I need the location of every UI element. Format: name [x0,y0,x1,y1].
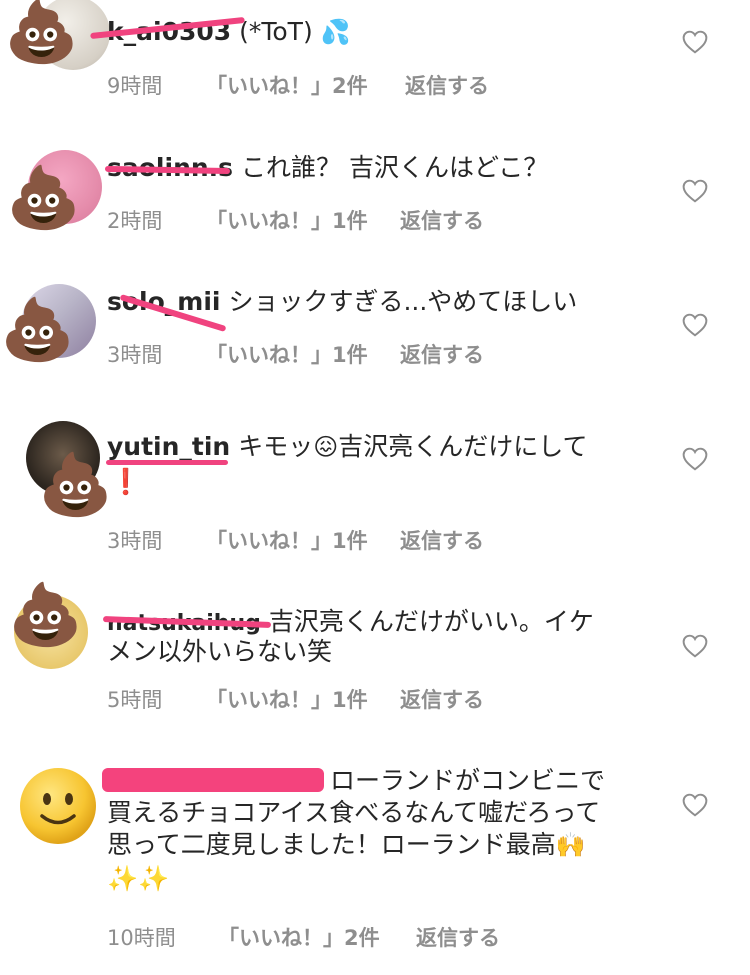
heart-outline-icon[interactable] [682,313,708,337]
comment-likes-count[interactable]: 「いいね！」1件 [206,684,368,714]
reply-button[interactable]: 返信する [400,684,484,714]
comment-time: 3時間 [107,343,163,367]
comment-text-line2: 買えるチョコアイス食べるなんて嘘だろって [107,798,601,827]
comment-time: 10時間 [107,926,176,950]
heart-outline-icon[interactable] [682,447,708,471]
comment-time: 9時間 [107,74,163,98]
poo-emoji-sticker: 💩 [6,163,81,233]
username-underline [106,460,228,465]
heart-outline-icon[interactable] [682,179,708,203]
reply-button[interactable]: 返信する [400,205,484,235]
comment-username[interactable]: yutin_tin [107,432,230,461]
comment-time: 2時間 [107,209,163,233]
smiling-face-avatar-icon[interactable] [18,766,98,846]
reply-button[interactable]: 返信する [416,922,500,952]
poo-emoji-sticker: 💩 [4,0,79,67]
comment-body: (*ToT) [239,17,313,46]
reply-button[interactable]: 返信する [400,339,484,369]
comment-likes-count[interactable]: 「いいね！」1件 [206,525,368,555]
comment-body: 吉沢亮くんだけがいい。イケ [268,607,594,636]
comment-body: 思って二度見しました！ローランド最高 [107,830,556,859]
comment-likes-count[interactable]: 「いいね！」2件 [206,70,368,100]
heart-outline-icon[interactable] [682,793,708,817]
heart-outline-icon[interactable] [682,30,708,54]
comment-body-continued: 吉沢亮くんだけにして [338,432,588,461]
comment-item: 💩 saolinn.s これ誰？ 吉沢くんはどこ？ 2時間 「いいね！」1件 返… [0,130,750,250]
comment-item: 💩 solo_mii ショックすぎる...やめてほしい 3時間 「いいね！」1件… [0,270,750,380]
poo-emoji-sticker: 💩 [8,580,83,650]
heart-outline-icon[interactable] [682,634,708,658]
comment-text-line2: メン以外いらない笑 [107,637,333,666]
reply-button[interactable]: 返信する [400,525,484,555]
comment-item: 💩 natsukaihug 吉沢亮くんだけがいい。イケ メン以外いらない笑 5時… [0,585,750,725]
comment-text: ローランドがコンビニで [330,766,606,795]
comment-body: ショックすぎる...やめてほしい [228,287,578,316]
comment-text-line2: ❗ [110,467,142,496]
comment-time: 5時間 [107,688,163,712]
comment-likes-count[interactable]: 「いいね！」1件 [206,339,368,369]
comment-item: ローランドがコンビニで 買えるチョコアイス食べるなんて嘘だろって 思って二度見し… [0,750,750,975]
reply-button[interactable]: 返信する [405,70,489,100]
raising-hands-icon: 🙌 [555,831,586,859]
comment-likes-count[interactable]: 「いいね！」1件 [206,205,368,235]
comment-item: 💩 yutin_tin キモッ😖吉沢亮くんだけにして ❗ 3時間 「いいね！」1… [0,415,750,565]
comment-text: yutin_tin キモッ😖吉沢亮くんだけにして [107,432,588,462]
poo-emoji-sticker: 💩 [0,295,75,365]
comment-item: 💩 k_ai0303 (*ToT) 💦 9時間 「いいね！」2件 返信する [0,0,750,120]
comment-likes-count[interactable]: 「いいね！」2件 [218,922,380,952]
comment-body: キモッ [238,432,314,461]
comment-time: 3時間 [107,529,163,553]
poo-emoji-sticker: 💩 [38,450,113,520]
sweat-droplets-icon: 💦 [320,18,351,46]
comment-body: これ誰？ 吉沢くんはどこ？ [241,153,549,182]
comment-text-line3: 思って二度見しました！ローランド最高🙌 [107,830,586,860]
confounded-face-icon: 😖 [313,433,339,461]
username-redaction [102,768,324,792]
sparkles-icon: ✨✨ [107,864,170,893]
